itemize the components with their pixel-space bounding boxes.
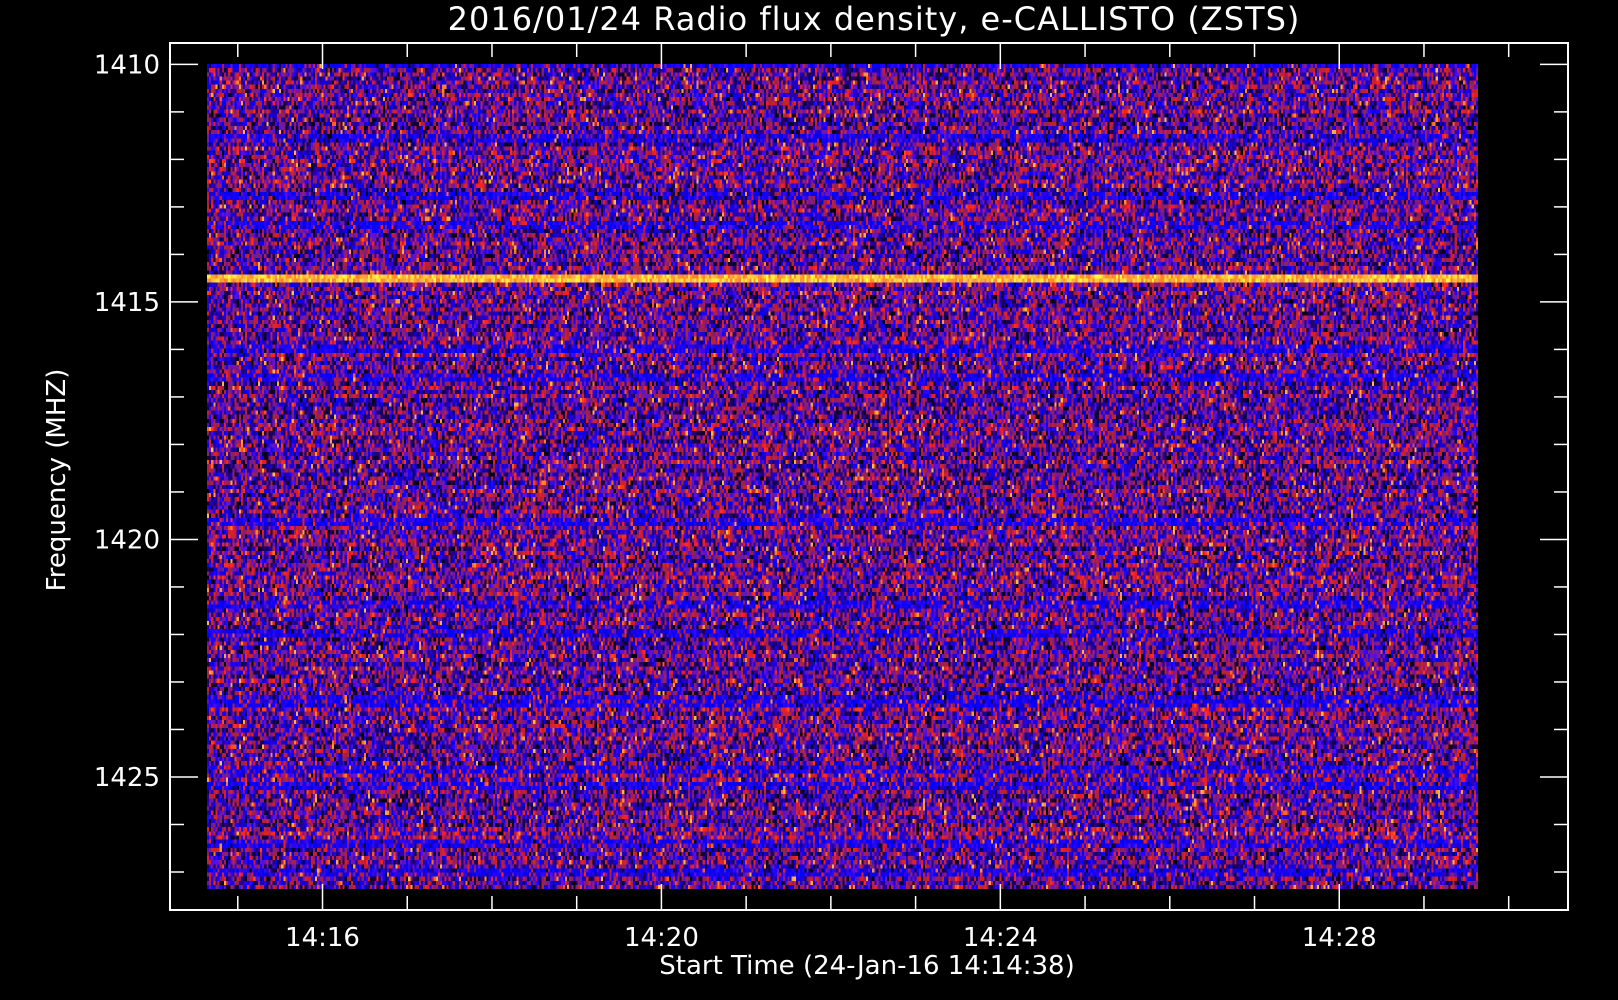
y-tick-label: 1415 (94, 288, 160, 318)
x-axis-label: Start Time (24-Jan-16 14:14:38) (659, 951, 1074, 981)
y-tick-label: 1425 (94, 763, 160, 793)
y-axis-tick-labels: 1410 1415 1420 1425 (94, 50, 160, 793)
x-axis-tick-labels: 14:16 14:20 14:24 14:28 (285, 923, 1377, 953)
spectrogram-plot: 2016/01/24 Radio flux density, e-CALLIST… (0, 0, 1618, 1000)
x-tick-label: 14:20 (624, 923, 699, 953)
y-axis-label: Frequency (MHZ) (42, 369, 72, 592)
x-tick-label: 14:28 (1302, 923, 1377, 953)
x-tick-label: 14:24 (963, 923, 1038, 953)
y-tick-label: 1420 (94, 525, 160, 555)
y-axis-ticks (170, 63, 1568, 873)
x-tick-label: 14:16 (285, 923, 360, 953)
chart-title: 2016/01/24 Radio flux density, e-CALLIST… (448, 0, 1301, 38)
y-tick-label: 1410 (94, 50, 160, 80)
plot-axes: 2016/01/24 Radio flux density, e-CALLIST… (42, 0, 1569, 981)
plot-frame (169, 42, 1569, 911)
x-axis-ticks (237, 43, 1510, 910)
